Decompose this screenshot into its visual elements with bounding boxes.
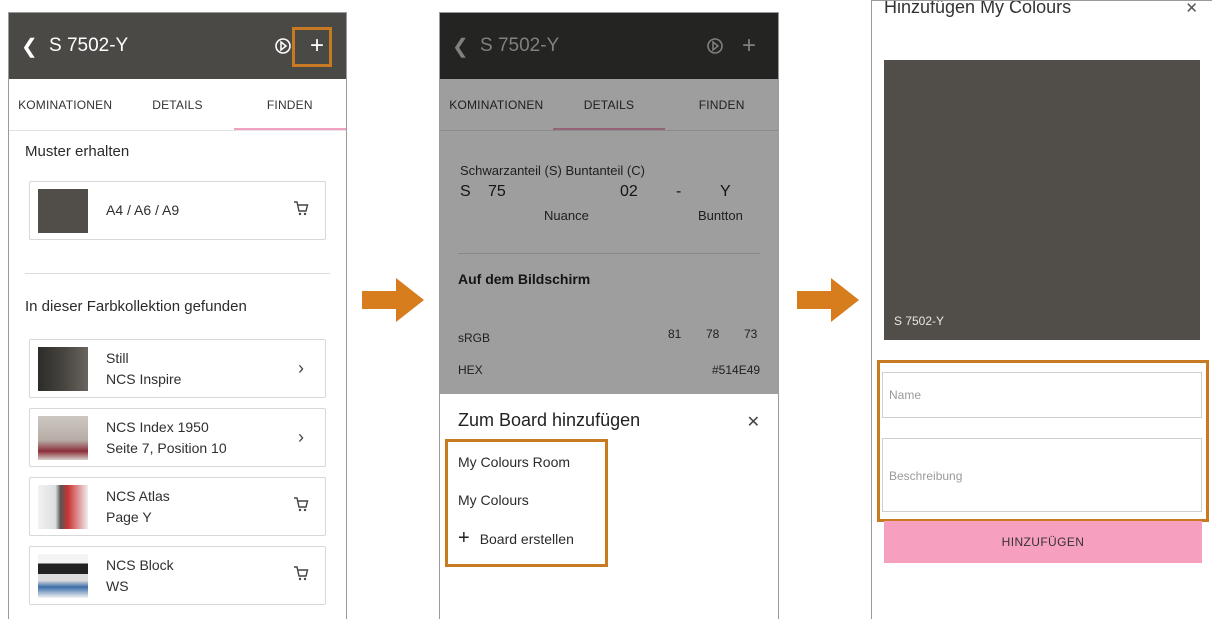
sample-card[interactable]: A4 / A6 / A9 [29, 181, 326, 240]
collection-item[interactable]: Still NCS Inspire › [29, 339, 326, 398]
chevron-right-icon[interactable]: › [289, 358, 313, 379]
close-icon[interactable]: ✕ [747, 412, 760, 432]
page-title: S 7502-Y [49, 35, 129, 56]
highlight-form-fields [877, 360, 1209, 522]
collections-heading: In dieser Farbkollektion gefunden [25, 298, 247, 315]
add-to-board-sheet: Zum Board hinzufügen ✕ My Colours Room M… [440, 394, 778, 619]
colour-swatch-thumb [38, 188, 88, 233]
flow-arrow-icon [362, 278, 424, 322]
dialog-title: Hinzufügen My Colours [884, 0, 1072, 17]
flow-arrow-icon [797, 278, 859, 322]
sheet-title: Zum Board hinzufügen [458, 410, 641, 430]
screen-colour-details: ❮ S 7502-Y + KOMINATIONEN DETAILS FINDEN… [439, 12, 779, 619]
colour-swatch: S 7502-Y [884, 60, 1200, 340]
still-thumb [38, 346, 88, 391]
item-collection: Page Y [106, 508, 152, 525]
item-collection: WS [106, 577, 129, 594]
tab-details[interactable]: DETAILS [121, 79, 233, 130]
item-collection: Seite 7, Position 10 [106, 439, 227, 456]
cart-icon[interactable] [289, 565, 313, 586]
modal-overlay[interactable] [440, 13, 778, 394]
back-icon[interactable]: ❮ [21, 34, 43, 59]
highlight-add-button [292, 27, 332, 67]
item-collection: NCS Inspire [106, 370, 182, 387]
submit-button[interactable]: HINZUFÜGEN [884, 521, 1202, 563]
sample-formats: A4 / A6 / A9 [106, 202, 180, 218]
item-name: NCS Index 1950 [106, 418, 209, 435]
samples-heading: Muster erhalten [25, 143, 130, 160]
tab-bar: KOMINATIONEN DETAILS FINDEN [9, 79, 346, 131]
highlight-board-list [445, 439, 608, 567]
chevron-right-icon[interactable]: › [289, 427, 313, 448]
collection-item[interactable]: NCS Index 1950 Seite 7, Position 10 › [29, 408, 326, 467]
close-icon[interactable]: ✕ [1185, 1, 1198, 17]
item-name: Still [106, 349, 129, 366]
screen-add-my-colours: Hinzufügen My Colours ✕ S 7502-Y Name Be… [871, 0, 1212, 619]
item-name: NCS Atlas [106, 487, 170, 504]
collection-item[interactable]: NCS Block WS [29, 546, 326, 605]
tab-finden[interactable]: FINDEN [233, 79, 346, 130]
screen-colour-finden: ❮ S 7502-Y + KOMINATIONEN DETAILS FINDEN… [8, 12, 347, 619]
collection-item[interactable]: NCS Atlas Page Y [29, 477, 326, 536]
cart-icon[interactable] [289, 200, 313, 221]
block-thumb [38, 553, 88, 598]
index-thumb [38, 415, 88, 460]
swatch-label: S 7502-Y [894, 314, 945, 328]
cart-icon[interactable] [289, 496, 313, 517]
item-name: NCS Block [106, 556, 174, 573]
section-divider [25, 273, 330, 274]
atlas-thumb [38, 484, 88, 529]
tab-kombinationen[interactable]: KOMINATIONEN [9, 79, 121, 130]
